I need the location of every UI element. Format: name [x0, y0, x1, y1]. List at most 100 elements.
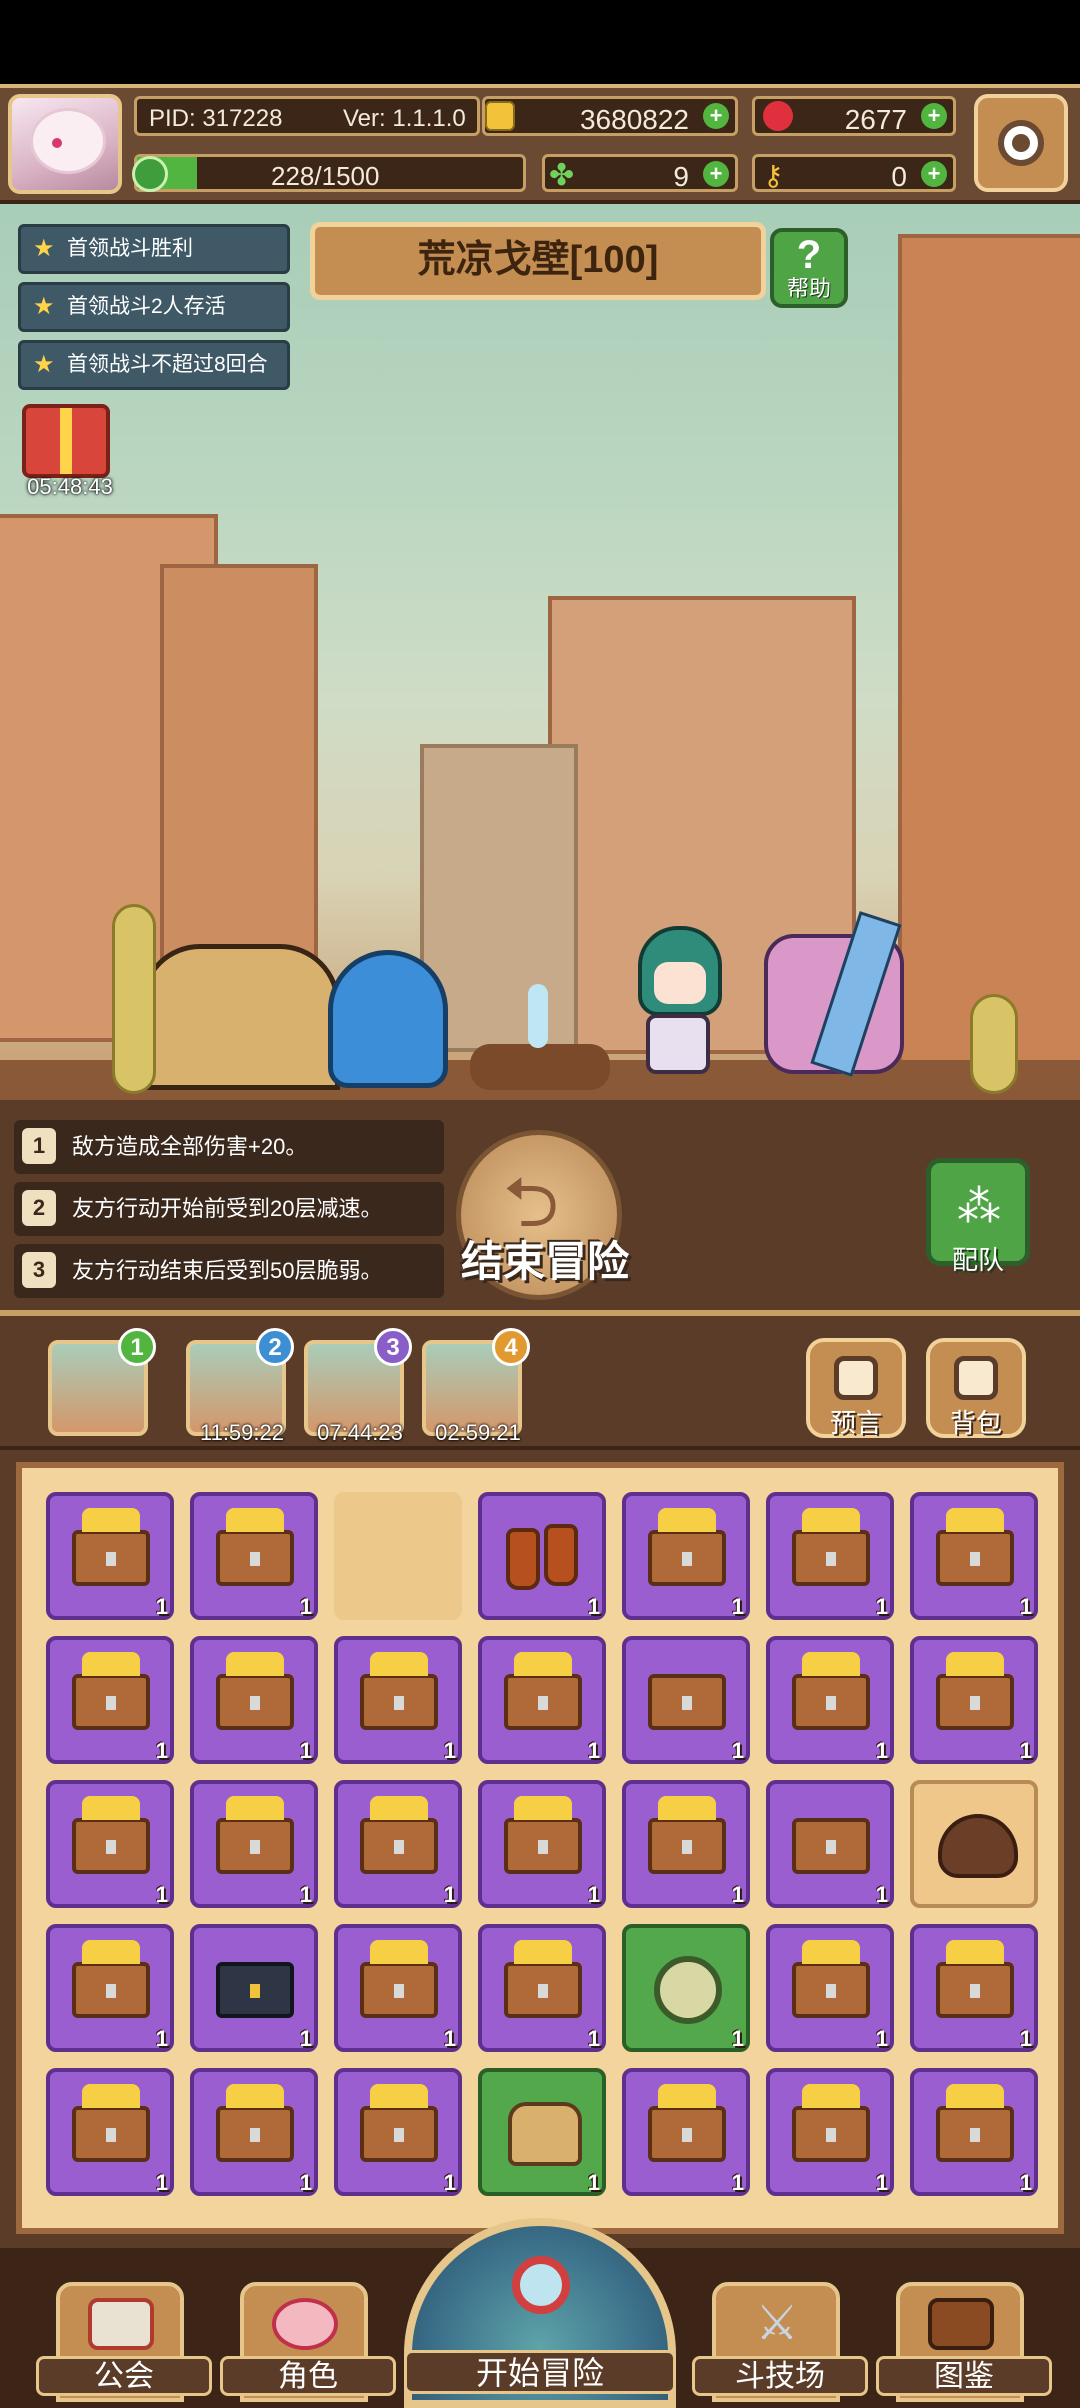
- inventory-slot[interactable]: 1: [622, 1636, 750, 1764]
- inventory-slot[interactable]: 1: [910, 1924, 1038, 2052]
- add-gem-button[interactable]: +: [921, 103, 947, 129]
- battle-scene: ★ 首领战斗胜利 ★ 首领战斗2人存活 ★ 首领战斗不超过8回合 荒凉戈壁[10…: [0, 204, 1080, 1100]
- end-adventure-label: 结束冒险: [460, 1238, 629, 1285]
- nav-guild[interactable]: 公会: [36, 2282, 212, 2402]
- gold-chest-icon: [360, 1652, 438, 1730]
- inventory-slot[interactable]: 1: [46, 1492, 174, 1620]
- inventory-slot[interactable]: 1: [478, 1636, 606, 1764]
- gold-chest-icon: [792, 1652, 870, 1730]
- blue-mushroom-enemy[interactable]: [328, 950, 448, 1088]
- cactus-left: [112, 904, 156, 1094]
- item-count: 1: [299, 1594, 312, 1619]
- gold-chest-icon: [216, 1508, 294, 1586]
- help-button[interactable]: ? 帮助: [770, 228, 848, 308]
- inventory-slot[interactable]: 1: [334, 1924, 462, 2052]
- clover-value: 9: [673, 161, 689, 192]
- inventory-slot[interactable]: 1: [766, 1780, 894, 1908]
- forecast-button[interactable]: 预言: [806, 1338, 906, 1438]
- inventory-slot[interactable]: 1: [46, 1636, 174, 1764]
- inventory-slot[interactable]: 1: [190, 1636, 318, 1764]
- nav-arena[interactable]: ⚔ 斗技场: [692, 2282, 868, 2402]
- inventory-slot[interactable]: 1: [766, 1924, 894, 2052]
- item-count: 1: [875, 1594, 888, 1619]
- quest-text: 首领战斗胜利: [67, 237, 193, 260]
- top-hud: PID: 317228 Ver: 1.1.1.0 3680822 + 2677 …: [0, 84, 1080, 204]
- nav-role[interactable]: 角色: [220, 2282, 396, 2402]
- inventory-slot[interactable]: 1: [622, 2068, 750, 2196]
- effect-number: 1: [22, 1128, 56, 1164]
- pink-wolf-hero[interactable]: [744, 911, 924, 1084]
- inventory-slot[interactable]: 1: [478, 1924, 606, 2052]
- cliff-right: [898, 234, 1080, 1072]
- gold-chest-icon: [936, 1508, 1014, 1586]
- item-count: 1: [299, 1882, 312, 1907]
- inventory-slot[interactable]: 1: [766, 1636, 894, 1764]
- gold-chest-icon: [936, 1652, 1014, 1730]
- gem-value: 2677: [844, 104, 907, 135]
- add-key-button[interactable]: +: [921, 161, 947, 187]
- inventory-slot[interactable]: 1: [910, 1492, 1038, 1620]
- inventory-slot[interactable]: 1: [334, 1636, 462, 1764]
- campfire: [470, 1044, 610, 1090]
- item-count: 1: [155, 2026, 168, 2051]
- inventory-slot[interactable]: 1: [622, 1492, 750, 1620]
- add-gold-button[interactable]: +: [703, 103, 729, 129]
- inventory-slot[interactable]: 1: [46, 1780, 174, 1908]
- inventory-slot[interactable]: 1: [478, 2068, 606, 2196]
- stage-timer: 11:59:22: [199, 1420, 284, 1445]
- item-count: 1: [731, 1594, 744, 1619]
- clover-bar: ✤ 9 +: [542, 154, 738, 192]
- quest-text: 首领战斗不超过8回合: [67, 353, 268, 376]
- crystal-ball-icon: [834, 1356, 878, 1400]
- armor-icon: [508, 2102, 582, 2166]
- inventory-slot[interactable]: 1: [46, 1924, 174, 2052]
- inventory-slot[interactable]: 1: [334, 1780, 462, 1908]
- item-count: 1: [731, 2026, 744, 2051]
- inventory-slot[interactable]: 1: [190, 1924, 318, 2052]
- green-hair-hero[interactable]: [624, 904, 734, 1084]
- inventory-slot[interactable]: 1: [766, 1492, 894, 1620]
- inventory-slot[interactable]: 1: [766, 2068, 894, 2196]
- gift-box-icon[interactable]: [22, 404, 110, 478]
- stage-badge: 2: [256, 1328, 294, 1366]
- stage-thumb[interactable]: 2 11:59:22: [186, 1328, 294, 1445]
- gold-chest-icon: [936, 1940, 1014, 2018]
- inventory-slot[interactable]: 1: [478, 1780, 606, 1908]
- inventory-slot[interactable]: 1: [478, 1492, 606, 1620]
- effect-text: 敌方造成全部伤害+20。: [72, 1134, 308, 1159]
- inventory-slot[interactable]: 1: [622, 1924, 750, 2052]
- nav-atlas[interactable]: 图鉴: [876, 2282, 1052, 2402]
- nav-atlas-label: 图鉴: [876, 2356, 1052, 2396]
- item-count: 1: [731, 2170, 744, 2195]
- inventory-slot[interactable]: 1: [190, 2068, 318, 2196]
- gold-chest-icon: [648, 1508, 726, 1586]
- settings-button[interactable]: [974, 94, 1068, 192]
- inventory-slot[interactable]: 1: [190, 1492, 318, 1620]
- star-icon: ★: [33, 235, 55, 262]
- item-count: 1: [875, 2170, 888, 2195]
- inventory-slot[interactable]: 1: [622, 1780, 750, 1908]
- energy-bar: 228/1500: [134, 154, 526, 192]
- player-avatar[interactable]: [8, 94, 122, 194]
- add-clover-button[interactable]: +: [703, 161, 729, 187]
- inventory-slot[interactable]: 1: [910, 1636, 1038, 1764]
- inventory-slot[interactable]: 1: [334, 2068, 462, 2196]
- ruby-icon: [763, 101, 793, 131]
- star-icon: ★: [33, 293, 55, 320]
- dark-chest-icon: [216, 1962, 294, 2018]
- character-icon: [272, 2298, 338, 2350]
- stage-thumb[interactable]: 4 02:59:21: [422, 1328, 530, 1445]
- clover-icon: ✤: [549, 159, 575, 192]
- stage-thumb[interactable]: 3 07:44:23: [304, 1328, 412, 1445]
- inventory-slot[interactable]: [910, 1780, 1038, 1908]
- bag-button[interactable]: 背包: [926, 1338, 1026, 1438]
- inventory-slot[interactable]: 1: [190, 1780, 318, 1908]
- inventory-slot[interactable]: 1: [910, 2068, 1038, 2196]
- item-count: 1: [875, 2026, 888, 2051]
- tent: [140, 944, 340, 1090]
- return-arrow-icon: ⮌: [503, 1163, 560, 1241]
- stage-thumb[interactable]: 1: [48, 1328, 156, 1436]
- inventory-slot[interactable]: 1: [46, 2068, 174, 2196]
- gold-chest-icon: [936, 2084, 1014, 2162]
- inventory-slot-empty[interactable]: [334, 1492, 462, 1620]
